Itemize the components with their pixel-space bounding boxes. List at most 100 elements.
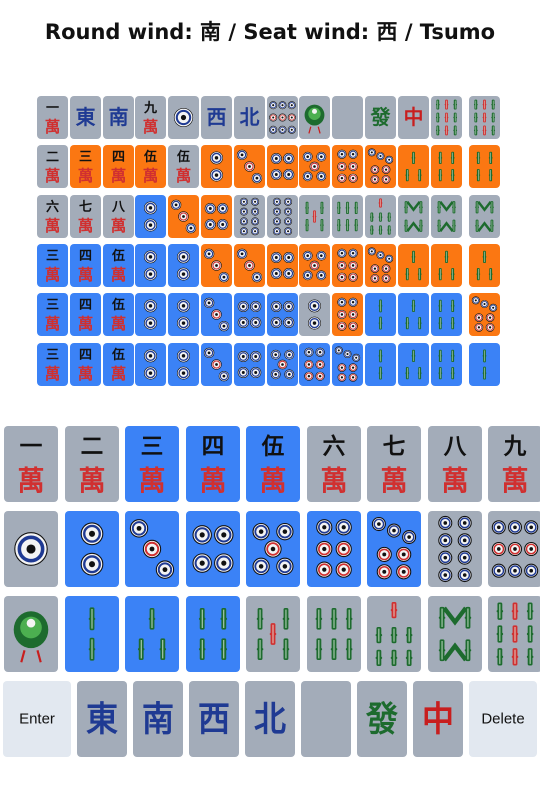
guess-tile-3-pin <box>201 243 232 287</box>
guess-tile-7-pin <box>365 243 396 287</box>
key-3-sou[interactable] <box>125 596 179 672</box>
svg-text:二: 二 <box>46 150 59 165</box>
key-9-sou[interactable] <box>488 596 540 672</box>
svg-text:萬: 萬 <box>143 117 158 136</box>
svg-text:萬: 萬 <box>78 167 93 186</box>
key-west-wind[interactable]: 西 <box>189 681 239 757</box>
key-9-man[interactable]: 九萬 <box>488 426 540 502</box>
guess-tile-8-pin <box>266 194 298 238</box>
svg-text:萬: 萬 <box>45 117 60 136</box>
key-green-dragon[interactable]: 發 <box>357 681 407 757</box>
guess-tile-1-pin <box>168 96 200 139</box>
guess-tile-4-sou <box>430 145 462 189</box>
guess-tile-9-sou <box>469 96 501 139</box>
svg-text:三: 三 <box>46 298 59 313</box>
svg-text:四: 四 <box>79 348 92 363</box>
guess-tile-6-man: 六萬 <box>37 194 68 238</box>
svg-text:四: 四 <box>112 150 125 165</box>
key-1-pin[interactable] <box>4 511 58 587</box>
svg-text:萬: 萬 <box>45 216 60 235</box>
key-7-man[interactable]: 七萬 <box>367 426 421 502</box>
guess-tile-7-sou <box>365 194 396 238</box>
svg-text:萬: 萬 <box>45 167 60 186</box>
key-south-wind[interactable]: 南 <box>133 681 183 757</box>
guess-tile-8-man: 八萬 <box>102 194 134 238</box>
guess-tile-2-pin <box>168 243 200 287</box>
key-6-sou[interactable] <box>306 596 361 672</box>
svg-text:三: 三 <box>46 249 59 264</box>
svg-text:萬: 萬 <box>45 265 60 284</box>
svg-text:伍: 伍 <box>176 149 190 165</box>
svg-text:萬: 萬 <box>110 216 125 235</box>
svg-text:七: 七 <box>79 200 92 215</box>
key-1-man[interactable]: 一萬 <box>4 426 58 502</box>
key-8-sou[interactable] <box>427 596 482 672</box>
svg-text:萬: 萬 <box>441 466 468 497</box>
guess-tile-3-sou <box>397 293 429 337</box>
key-white-dragon[interactable] <box>301 681 351 757</box>
key-6-pin[interactable] <box>306 511 361 587</box>
guess-tile-6-pin <box>332 243 364 287</box>
guess-tile-north-wind: 北 <box>233 96 265 139</box>
page-title: Round wind: 南 / Seat wind: 西 / Tsumo <box>44 20 496 44</box>
guess-tile-3-pin <box>233 243 265 287</box>
key-2-sou[interactable] <box>64 596 119 672</box>
guess-tile-3-pin <box>201 293 232 337</box>
key-4-pin[interactable] <box>185 511 240 587</box>
guess-tile-east-wind: 東 <box>69 96 101 139</box>
guess-tile-4-man: 四萬 <box>69 293 101 337</box>
svg-text:二: 二 <box>80 434 103 460</box>
guess-tile-9-pin <box>266 96 298 139</box>
svg-text:三: 三 <box>46 348 59 363</box>
svg-text:伍: 伍 <box>111 347 125 363</box>
key-8-man[interactable]: 八萬 <box>427 426 482 502</box>
svg-text:萬: 萬 <box>110 314 125 333</box>
key-red-dragon[interactable]: 中 <box>413 681 463 757</box>
key-9-pin[interactable] <box>488 511 540 587</box>
key-north-wind[interactable]: 北 <box>245 681 295 757</box>
key-3-man[interactable]: 三萬 <box>125 426 179 502</box>
svg-text:萬: 萬 <box>110 265 125 284</box>
key-6-man[interactable]: 六萬 <box>306 426 361 502</box>
guess-tile-8-sou <box>430 194 462 238</box>
key-5-man[interactable]: 伍萬 <box>246 426 300 502</box>
key-4-man[interactable]: 四萬 <box>185 426 240 502</box>
guess-tile-8-sou <box>397 194 429 238</box>
key-4-sou[interactable] <box>185 596 240 672</box>
guess-tile-3-sou <box>430 243 462 287</box>
guess-tile-6-sou <box>332 194 364 238</box>
svg-text:萬: 萬 <box>78 364 93 383</box>
guess-tile-4-pin <box>266 293 298 337</box>
guess-tile-5-pin <box>299 243 331 287</box>
guess-tile-9-man: 九萬 <box>135 96 167 139</box>
enter-button[interactable]: Enter <box>3 681 71 757</box>
delete-button[interactable]: Delete <box>469 681 537 757</box>
key-5-sou[interactable] <box>246 596 300 672</box>
svg-text:萬: 萬 <box>78 466 105 497</box>
guess-tile-2-pin <box>135 342 167 386</box>
svg-text:八: 八 <box>443 434 466 460</box>
key-5-pin[interactable] <box>246 511 300 587</box>
guess-tile-2-pin <box>201 145 232 189</box>
guess-tile-3-sou <box>397 243 429 287</box>
svg-text:萬: 萬 <box>78 314 93 333</box>
key-2-man[interactable]: 二萬 <box>64 426 119 502</box>
svg-text:六: 六 <box>322 434 345 460</box>
guess-tile-5-sou <box>299 194 331 238</box>
svg-text:東: 東 <box>86 699 119 740</box>
key-8-pin[interactable] <box>427 511 482 587</box>
key-7-pin[interactable] <box>367 511 421 587</box>
key-east-wind[interactable]: 東 <box>77 681 127 757</box>
key-7-sou[interactable] <box>367 596 421 672</box>
guess-tile-4-sou <box>469 145 501 189</box>
guess-tile-4-pin <box>266 243 298 287</box>
key-1-sou[interactable] <box>4 596 58 672</box>
guess-tile-2-pin <box>168 342 200 386</box>
svg-text:八: 八 <box>111 200 126 215</box>
key-2-pin[interactable] <box>64 511 119 587</box>
svg-text:南: 南 <box>142 699 174 740</box>
key-3-pin[interactable] <box>125 511 179 587</box>
guess-tile-5-man: 伍萬 <box>168 145 200 189</box>
guess-tile-4-pin <box>233 293 265 337</box>
guess-tile-1-sou <box>299 96 331 139</box>
